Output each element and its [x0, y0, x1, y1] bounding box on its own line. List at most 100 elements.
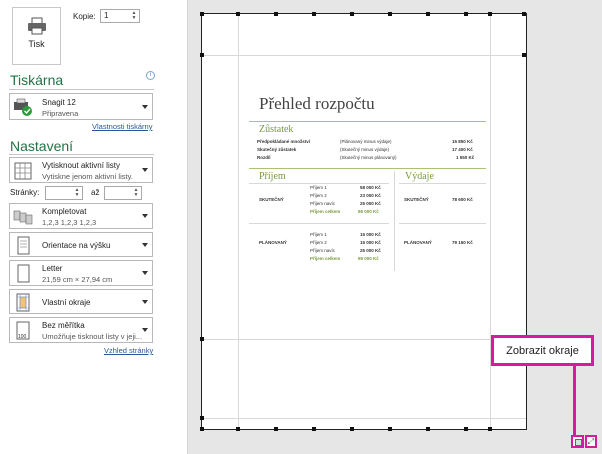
printer-status: Připravena — [42, 109, 79, 118]
expenses-actual-label: SKUTEČNÝ — [404, 197, 429, 202]
divider — [9, 154, 154, 155]
margin-guide — [202, 339, 526, 340]
chevron-down-icon — [142, 214, 148, 218]
printer-dropdown[interactable]: Snagit 12 Připravena — [9, 93, 153, 120]
margin-handle[interactable] — [236, 427, 240, 431]
pages-to-label: až — [91, 188, 100, 197]
income-row-label: Příjem 1 — [310, 185, 327, 190]
copies-label: Kopie: — [73, 12, 96, 21]
orientation-title: Orientace na výšku — [42, 241, 111, 250]
margin-handle[interactable] — [522, 12, 526, 16]
margin-handle[interactable] — [274, 12, 278, 16]
income-row-value: 15 000 Kč — [360, 240, 381, 245]
collate-dropdown[interactable]: Kompletovat 1,2,3 1,2,3 1,2,3 — [9, 203, 153, 229]
margin-handle[interactable] — [200, 53, 204, 57]
margin-handle[interactable] — [236, 12, 240, 16]
pages-from-input[interactable]: ▲ ▼ — [45, 186, 83, 200]
income-row-value: 15 000 Kč — [360, 232, 381, 237]
print-what-dropdown[interactable]: Vytisknout aktivní listy Vytiskne jenom … — [9, 157, 153, 183]
margin-handle[interactable] — [488, 12, 492, 16]
settings-section-title: Nastavení — [10, 138, 74, 154]
print-button[interactable]: Tisk — [12, 7, 61, 65]
printer-ready-icon — [14, 98, 32, 116]
balance-desc: (Skutečný minus plánovaný) — [340, 155, 397, 160]
paper-size-icon — [17, 264, 30, 283]
chevron-down-icon — [142, 271, 148, 275]
income-row-value: 25 000 Kč — [360, 248, 381, 253]
margin-handle[interactable] — [200, 427, 204, 431]
scaling-icon: 100 — [16, 321, 30, 340]
income-row-label: Příjem navíc — [310, 248, 336, 253]
margin-handle[interactable] — [350, 427, 354, 431]
preview-title: Přehled rozpočtu — [259, 94, 375, 113]
expenses-actual-value: 78 600 Kč — [452, 197, 473, 202]
sheet-grid-icon — [14, 162, 32, 180]
income-planned-label: PLÁNOVANÝ — [259, 240, 287, 245]
margins-dropdown[interactable]: Vlastní okraje — [9, 289, 153, 314]
callout-connector — [573, 366, 576, 436]
printer-properties-link[interactable]: Vlastnosti tiskárny — [92, 122, 152, 131]
margin-handle[interactable] — [312, 427, 316, 431]
paper-size-title: Letter — [42, 264, 63, 273]
print-what-subtitle: Vytiskne jenom aktivní listy. — [42, 172, 133, 181]
page-setup-link[interactable]: Vzhled stránky — [104, 346, 153, 355]
status-bar-buttons: ⤢ — [571, 435, 597, 448]
printer-name: Snagit 12 — [42, 98, 76, 107]
margins-glyph — [575, 439, 582, 446]
margin-handle[interactable] — [312, 12, 316, 16]
pages-from-spinner[interactable]: ▲ ▼ — [73, 188, 81, 199]
print-what-title: Vytisknout aktivní listy — [42, 161, 120, 170]
divider — [249, 183, 389, 184]
income-row-label: Příjem 2 — [310, 240, 327, 245]
margin-handle[interactable] — [426, 427, 430, 431]
info-icon[interactable]: i — [146, 71, 155, 80]
margin-handle[interactable] — [350, 12, 354, 16]
paper-size-dropdown[interactable]: Letter 21,59 cm × 27,94 cm — [9, 260, 153, 286]
income-actual-label: SKUTEČNÝ — [259, 197, 284, 202]
margin-handle[interactable] — [522, 53, 526, 57]
expenses-planned-label: PLÁNOVANÝ — [404, 240, 432, 245]
copies-input[interactable]: 1 ▲ ▼ — [100, 9, 140, 23]
balance-label: Předpokládané množství — [257, 139, 311, 144]
income-row-value: 58 000 Kč — [360, 185, 381, 190]
margin-handle[interactable] — [200, 416, 204, 420]
balance-heading: Zůstatek — [259, 124, 294, 135]
show-margins-callout: Zobrazit okraje — [491, 335, 594, 366]
margin-handle[interactable] — [464, 427, 468, 431]
margins-title: Vlastní okraje — [42, 298, 91, 307]
income-row-label: Příjem 2 — [310, 193, 327, 198]
zoom-to-page-icon[interactable]: ⤢ — [585, 435, 597, 448]
pages-to-input[interactable]: ▲ ▼ — [104, 186, 142, 200]
collate-icon — [13, 210, 33, 225]
income-row-label: Příjem 1 — [310, 232, 327, 237]
copies-value: 1 — [104, 11, 109, 20]
margin-handle[interactable] — [464, 12, 468, 16]
income-heading: Příjem — [259, 171, 286, 182]
margin-handle[interactable] — [200, 337, 204, 341]
chevron-down-icon — [142, 168, 148, 172]
pages-to-spinner[interactable]: ▲ ▼ — [132, 188, 140, 199]
margin-handle[interactable] — [488, 427, 492, 431]
divider — [399, 183, 486, 184]
margin-handle[interactable] — [388, 427, 392, 431]
divider — [399, 223, 486, 224]
divider — [394, 171, 395, 271]
margin-guide — [202, 55, 526, 56]
chevron-down-icon — [142, 104, 148, 109]
margin-handle[interactable] — [274, 427, 278, 431]
margin-handle[interactable] — [200, 12, 204, 16]
scaling-dropdown[interactable]: 100 Bez měřítka Umožňuje tisknout listy … — [9, 317, 153, 343]
chevron-down-icon — [142, 328, 148, 332]
show-margins-icon[interactable] — [571, 435, 584, 448]
divider — [249, 121, 486, 122]
divider — [9, 89, 154, 90]
margin-guide — [202, 418, 526, 419]
margin-handle[interactable] — [388, 12, 392, 16]
margin-handle[interactable] — [426, 12, 430, 16]
balance-value: 1 550 Kč — [456, 155, 475, 160]
orientation-dropdown[interactable]: Orientace na výšku — [9, 232, 153, 257]
income-row-value: 23 000 Kč — [360, 193, 381, 198]
scaling-subtitle: Umožňuje tisknout listy v jeji... — [42, 332, 143, 341]
balance-value: 17 400 Kč — [452, 147, 473, 152]
copies-spinner[interactable]: ▲ ▼ — [130, 11, 138, 22]
